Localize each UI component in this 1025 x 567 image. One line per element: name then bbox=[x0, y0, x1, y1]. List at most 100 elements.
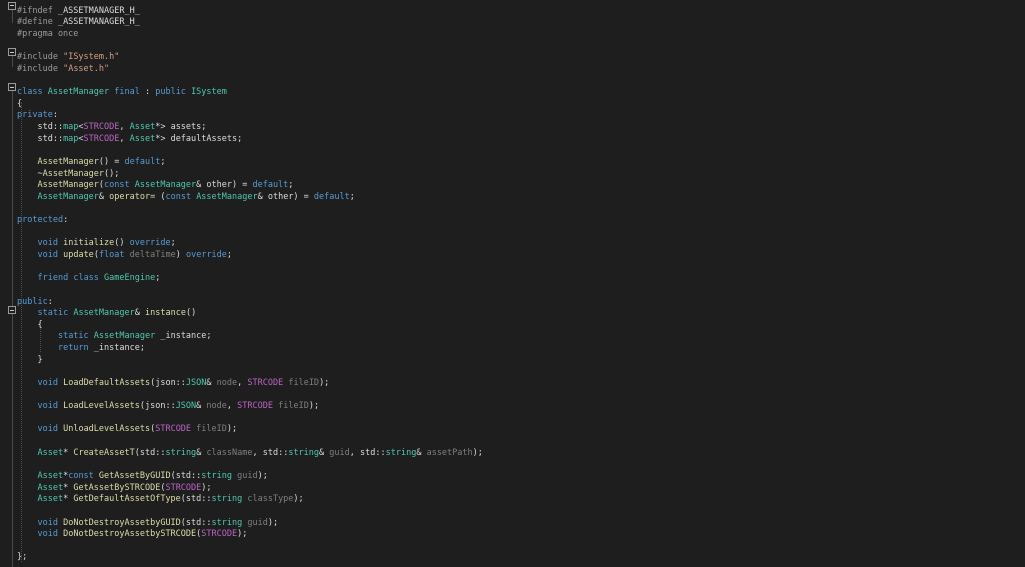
code-token: assetPath bbox=[426, 447, 473, 458]
code-line[interactable]: Asset* GetDefaultAssetOfType(std::string… bbox=[17, 494, 304, 506]
code-line[interactable]: ~AssetManager(); bbox=[17, 169, 119, 181]
fold-toggle-icon[interactable] bbox=[8, 306, 16, 314]
fold-toggle-icon[interactable] bbox=[8, 83, 16, 91]
code-token: guid bbox=[247, 517, 268, 528]
code-token: CreateAssetT bbox=[73, 447, 135, 458]
code-line[interactable]: AssetManager(const AssetManager& other) … bbox=[17, 180, 293, 192]
code-token: *> assets; bbox=[155, 122, 207, 133]
code-token: LoadDefaultAssets bbox=[63, 377, 151, 388]
fold-region-line bbox=[12, 8, 13, 23]
code-editor[interactable]: #ifndef _ASSETMANAGER_H_ #define _ASSETMA… bbox=[0, 0, 1025, 567]
code-token: } bbox=[17, 354, 43, 365]
code-token: AssetManager bbox=[73, 308, 135, 319]
code-token: Asset bbox=[37, 471, 64, 481]
code-line[interactable]: void LoadDefaultAssets(json::JSON& node,… bbox=[17, 378, 329, 390]
code-token: GetAssetByGUID bbox=[98, 471, 171, 481]
code-line[interactable]: std::map<STRCODE, Asset*> defaultAssets; bbox=[17, 134, 242, 146]
code-token: guid bbox=[237, 471, 258, 481]
code-line[interactable]: #define _ASSETMANAGER_H_ bbox=[17, 17, 140, 29]
code-token: _ASSETMANAGER_H_ bbox=[52, 17, 140, 28]
code-line[interactable]: #ifndef _ASSETMANAGER_H_ bbox=[17, 6, 140, 18]
code-line[interactable]: void initialize() override; bbox=[17, 238, 175, 250]
code-line[interactable]: void update(float deltaTime) override; bbox=[17, 250, 232, 262]
code-token: & bbox=[416, 447, 427, 458]
code-token: }; bbox=[17, 552, 28, 563]
code-line[interactable]: void LoadLevelAssets(json::JSON& node, S… bbox=[17, 401, 319, 413]
code-token: instance bbox=[145, 308, 186, 319]
code-token: void bbox=[37, 250, 58, 261]
code-line[interactable]: void DoNotDestroyAssetbySTRCODE(STRCODE)… bbox=[17, 529, 247, 541]
code-token: #include bbox=[17, 52, 58, 63]
code-token: default bbox=[124, 156, 161, 167]
code-token: AssetManager bbox=[196, 191, 258, 202]
code-token: final bbox=[114, 87, 140, 98]
code-line[interactable]: { bbox=[17, 99, 22, 111]
code-line[interactable]: class AssetManager final : public ISyste… bbox=[17, 87, 227, 99]
code-token: initialize bbox=[63, 238, 115, 249]
code-token: STRCODE bbox=[83, 133, 120, 144]
code-line[interactable]: protected: bbox=[17, 215, 68, 227]
code-token: ); bbox=[293, 494, 304, 505]
code-token: static bbox=[57, 331, 89, 342]
code-token: AssetManager bbox=[37, 156, 99, 167]
code-token: ; bbox=[206, 331, 212, 342]
code-line[interactable]: private: bbox=[17, 110, 58, 122]
code-line[interactable]: public: bbox=[17, 297, 53, 309]
code-token: () bbox=[114, 238, 130, 249]
code-token: DoNotDestroyAssetbySTRCODE bbox=[63, 529, 197, 540]
code-token: & bbox=[98, 191, 110, 202]
code-token: ) bbox=[175, 250, 186, 261]
fold-toggle-icon[interactable] bbox=[8, 1, 16, 10]
code-token: _ASSETMANAGER_H_ bbox=[52, 5, 140, 16]
code-token: void bbox=[37, 424, 58, 435]
code-line[interactable]: }; bbox=[17, 552, 27, 564]
code-token: AssetManager bbox=[37, 180, 99, 191]
code-token: string bbox=[288, 447, 320, 458]
code-line[interactable]: } bbox=[17, 354, 43, 367]
code-token: & other) = bbox=[257, 191, 314, 202]
code-line[interactable]: { bbox=[17, 320, 42, 332]
code-line[interactable]: AssetManager() = default; bbox=[17, 157, 165, 169]
code-token: default bbox=[313, 191, 350, 202]
code-token: override bbox=[185, 250, 227, 261]
code-token: GameEngine bbox=[104, 273, 156, 284]
code-line[interactable]: static AssetManager _instance; bbox=[17, 331, 212, 343]
code-line[interactable]: void DoNotDestroyAssetbyGUID(std::string… bbox=[17, 518, 278, 530]
code-token: & bbox=[134, 308, 145, 319]
code-line[interactable]: AssetManager& operator= (const AssetMana… bbox=[17, 191, 354, 204]
code-line[interactable]: Asset* GetAssetBySTRCODE(STRCODE); bbox=[17, 483, 211, 495]
fold-toggle-icon[interactable] bbox=[8, 48, 16, 56]
code-line[interactable]: friend class GameEngine; bbox=[17, 273, 160, 285]
code-line[interactable]: #include "Asset.h" bbox=[17, 64, 109, 76]
code-line[interactable]: Asset* CreateAssetT(std::string& classNa… bbox=[17, 447, 483, 460]
code-token: protected bbox=[17, 215, 64, 226]
code-token: ); bbox=[472, 447, 483, 458]
code-line[interactable]: std::map<STRCODE, Asset*> assets; bbox=[17, 122, 206, 134]
code-token: static bbox=[37, 308, 69, 319]
code-line[interactable]: Asset*const GetAssetByGUID(std::string g… bbox=[17, 471, 268, 483]
code-line[interactable]: #pragma once bbox=[17, 29, 78, 41]
code-token: ); bbox=[257, 471, 268, 481]
code-token: #ifndef bbox=[17, 5, 53, 16]
code-token: & bbox=[206, 377, 217, 388]
code-line[interactable]: void UnloadLevelAssets(STRCODE fileID); bbox=[17, 424, 237, 436]
code-token: * bbox=[63, 494, 74, 505]
code-token: AssetManager bbox=[134, 180, 197, 191]
code-token: ; bbox=[226, 250, 233, 261]
code-line[interactable]: #include "ISystem.h" bbox=[17, 52, 119, 64]
code-token: _instance; bbox=[88, 343, 145, 354]
code-line[interactable]: static AssetManager& instance() bbox=[17, 308, 196, 320]
code-token: std:: bbox=[17, 133, 64, 144]
code-line[interactable]: return _instance; bbox=[17, 343, 145, 355]
code-token: fileID bbox=[196, 424, 227, 435]
code-token: classType bbox=[247, 494, 294, 505]
code-token: , bbox=[119, 122, 130, 133]
code-token: { bbox=[17, 98, 23, 109]
